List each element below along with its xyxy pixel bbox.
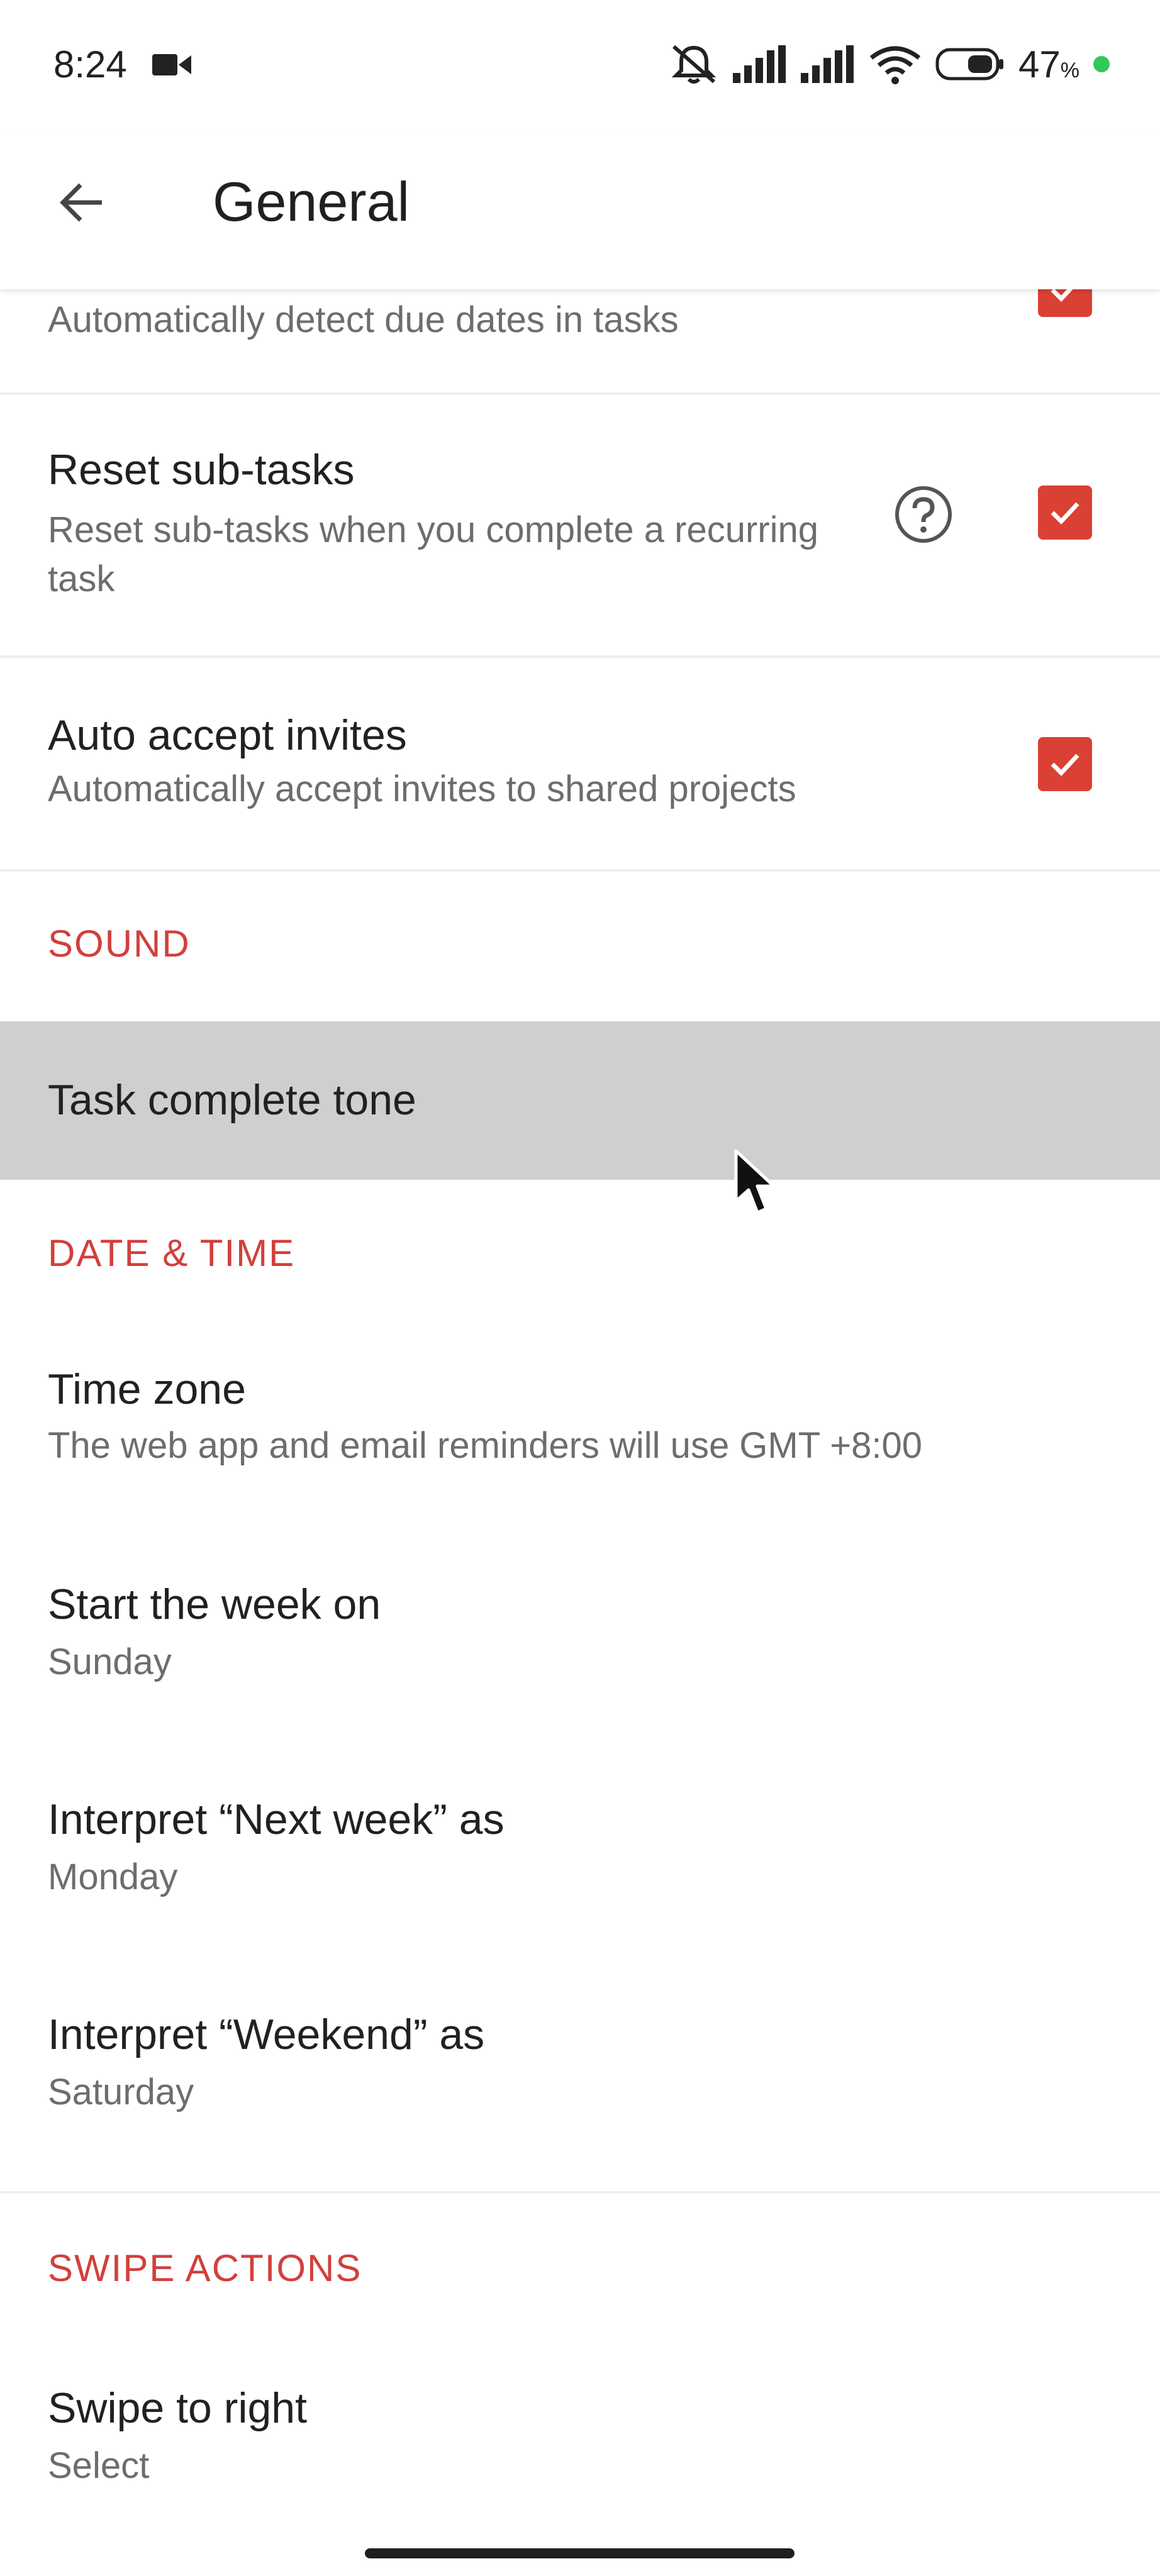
setting-reset-subtasks[interactable]: Reset sub-tasks Reset sub-tasks when you… [0, 395, 1160, 629]
check-icon [1051, 753, 1079, 777]
status-time: 8:24 [53, 43, 127, 86]
signal-icon [801, 45, 854, 83]
setting-title: Interpret “Next week” as [48, 1796, 505, 1843]
battery-percent: 47% [1018, 43, 1079, 86]
status-icons: 47% [669, 42, 1110, 87]
setting-title: Reset sub-tasks [48, 446, 355, 494]
setting-subtitle: Monday [48, 1857, 178, 1897]
battery-icon [935, 48, 1004, 80]
setting-title: Auto accept invites [48, 711, 407, 759]
setting-title: Start the week on [48, 1580, 381, 1628]
help-button[interactable] [893, 484, 954, 545]
setting-time-zone[interactable]: Time zone The web app and email reminder… [0, 1327, 1160, 1516]
setting-weekend[interactable]: Interpret “Weekend” as Saturday [0, 1971, 1160, 2160]
setting-start-week[interactable]: Start the week on Sunday [0, 1541, 1160, 1729]
setting-next-week[interactable]: Interpret “Next week” as Monday [0, 1756, 1160, 1945]
setting-subtitle: Automatically accept invites to shared p… [48, 769, 796, 809]
page-title: General [213, 170, 410, 233]
privacy-dot [1093, 56, 1110, 72]
setting-title: Task complete tone [48, 1076, 416, 1124]
silent-icon [671, 45, 717, 84]
check-icon [1051, 289, 1073, 303]
wifi-icon [869, 46, 921, 84]
help-icon [895, 486, 952, 543]
back-button[interactable] [44, 165, 120, 240]
smart-date-checkbox[interactable] [1038, 289, 1092, 317]
setting-task-complete-tone[interactable]: Task complete tone [0, 1021, 1160, 1180]
reset-subtasks-checkbox[interactable] [1038, 486, 1092, 540]
home-indicator[interactable] [365, 2548, 795, 2558]
section-header-swipe-actions: SWIPE ACTIONS [48, 2247, 362, 2289]
setting-subtitle: Reset sub-tasks when you complete a recu… [48, 509, 819, 599]
divider [0, 869, 1160, 872]
setting-subtitle: Select [48, 2445, 150, 2486]
status-bar: 8:24 47% [0, 0, 1160, 132]
signal-icon [733, 45, 786, 83]
setting-subtitle: Automatically detect due dates in tasks [48, 299, 679, 340]
setting-subtitle: Saturday [48, 2072, 194, 2112]
setting-subtitle: Sunday [48, 1641, 172, 1682]
app-bar: General [0, 132, 1160, 289]
back-arrow-icon [60, 183, 102, 222]
setting-title: Time zone [48, 1365, 246, 1413]
mouse-cursor-icon [734, 1149, 776, 1214]
check-icon [1051, 502, 1079, 525]
section-header-date-time: DATE & TIME [48, 1232, 296, 1274]
setting-swipe-right[interactable]: Swipe to right Select [0, 2345, 1160, 2533]
setting-auto-accept-invites[interactable]: Auto accept invites Automatically accept… [0, 658, 1160, 869]
setting-title: Interpret “Weekend” as [48, 2011, 485, 2058]
setting-subtitle: The web app and email reminders will use… [48, 1425, 922, 1466]
setting-smart-date[interactable]: Automatically detect due dates in tasks [0, 289, 1160, 392]
settings-list[interactable]: Automatically detect due dates in tasks … [0, 289, 1160, 2576]
video-icon [152, 54, 191, 75]
divider [0, 2191, 1160, 2194]
setting-title: Swipe to right [48, 2384, 307, 2432]
section-header-sound: SOUND [48, 923, 191, 965]
auto-accept-checkbox[interactable] [1038, 737, 1092, 791]
